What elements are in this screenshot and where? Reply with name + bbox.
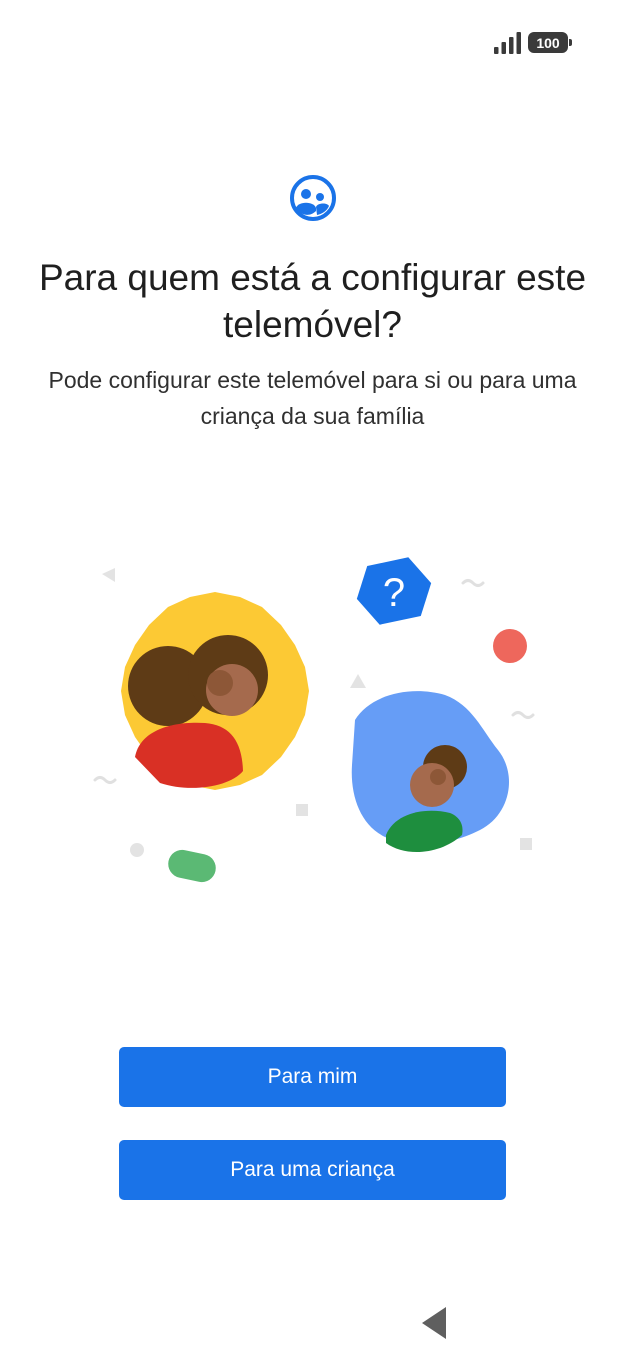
- for-me-button[interactable]: Para mim: [119, 1047, 506, 1107]
- signal-icon: [494, 32, 521, 54]
- status-bar: 100: [0, 0, 625, 80]
- battery-level: 100: [536, 34, 560, 51]
- supervised-user-icon: [290, 175, 336, 221]
- parent-figure: [121, 592, 309, 790]
- for-child-button[interactable]: Para uma criança: [119, 1140, 506, 1200]
- page-subtitle: Pode configurar este telemóvel para si o…: [48, 367, 577, 429]
- back-icon[interactable]: [420, 1305, 448, 1341]
- family-illustration: ?: [93, 557, 535, 883]
- question-badge-icon: ?: [356, 557, 432, 625]
- battery-icon: 100: [528, 32, 572, 53]
- svg-text:?: ?: [383, 571, 405, 615]
- page-title: Para quem está a configurar este telemóv…: [38, 257, 587, 345]
- child-figure: [351, 691, 510, 853]
